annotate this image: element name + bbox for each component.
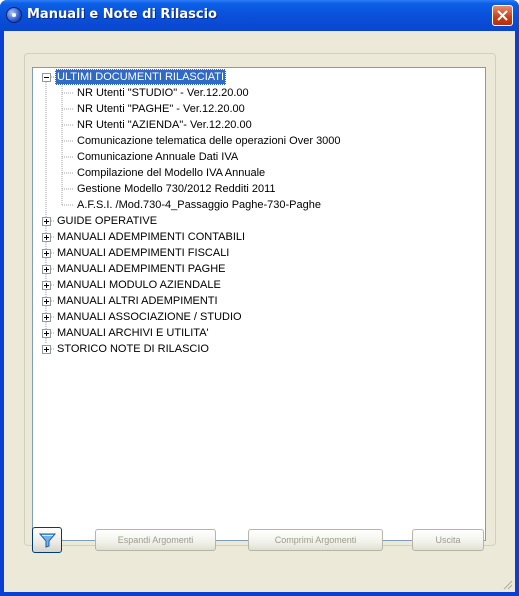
- window-title: Manuali e Note di Rilascio: [27, 7, 217, 22]
- expand-node-icon[interactable]: [42, 281, 51, 290]
- tree-node-label: STORICO NOTE DI RILASCIO: [57, 343, 209, 355]
- exit-button[interactable]: Uscita: [412, 529, 484, 551]
- tree-node-label: Gestione Modello 730/2012 Redditi 2011: [77, 183, 276, 195]
- filter-button[interactable]: [32, 527, 62, 553]
- expand-node-icon[interactable]: [42, 345, 51, 354]
- tree-node-root[interactable]: GUIDE OPERATIVE: [55, 213, 159, 229]
- expand-topics-button[interactable]: Espandi Argomenti: [95, 529, 216, 551]
- tree-node-label: NR Utenti "STUDIO" - Ver.12.20.00: [77, 87, 249, 99]
- tree-node-root[interactable]: MANUALI ADEMPIMENTI CONTABILI: [55, 229, 247, 245]
- close-icon: [497, 10, 508, 21]
- tree-node-root[interactable]: MANUALI ARCHIVI E UTILITA': [55, 325, 211, 341]
- tree-node-root[interactable]: MANUALI ADEMPIMENTI PAGHE: [55, 261, 228, 277]
- tree-node-document[interactable]: Compilazione del Modello IVA Annuale: [75, 165, 267, 181]
- tree-node-label: MANUALI ALTRI ADEMPIMENTI: [57, 295, 218, 307]
- tree-node-document[interactable]: A.F.S.I. /Mod.730-4_Passaggio Paghe-730-…: [75, 197, 323, 213]
- funnel-icon: [39, 533, 56, 548]
- tree-node-root[interactable]: MANUALI ASSOCIAZIONE / STUDIO: [55, 309, 244, 325]
- expand-node-icon[interactable]: [42, 265, 51, 274]
- tree-node-label: NR Utenti "AZIENDA"- Ver.12.20.00: [77, 119, 252, 131]
- documents-tree[interactable]: ULTIMI DOCUMENTI RILASCIATI NR Utenti "ST…: [32, 67, 486, 541]
- expand-node-icon[interactable]: [42, 249, 51, 258]
- tree-node-label: ULTIMI DOCUMENTI RILASCIATI: [55, 69, 227, 85]
- tree-node-root[interactable]: STORICO NOTE DI RILASCIO: [55, 341, 211, 357]
- expand-node-icon[interactable]: [42, 217, 51, 226]
- tree-node-document[interactable]: Comunicazione Annuale Dati IVA: [75, 149, 240, 165]
- tree-node-root[interactable]: ULTIMI DOCUMENTI RILASCIATI: [55, 69, 227, 85]
- expand-node-icon[interactable]: [42, 233, 51, 242]
- title-bar[interactable]: Manuali e Note di Rilascio: [0, 0, 519, 31]
- tree-node-label: MANUALI ASSOCIAZIONE / STUDIO: [57, 311, 242, 323]
- resize-grip-icon[interactable]: [501, 578, 513, 590]
- tree-node-root[interactable]: MANUALI ADEMPIMENTI FISCALI: [55, 245, 231, 261]
- expand-node-icon[interactable]: [42, 313, 51, 322]
- tree-node-document[interactable]: NR Utenti "PAGHE" - Ver.12.20.00: [75, 101, 247, 117]
- tree-node-root[interactable]: MANUALI ALTRI ADEMPIMENTI: [55, 293, 220, 309]
- tree-node-label: Compilazione del Modello IVA Annuale: [77, 167, 266, 179]
- tree-node-document[interactable]: NR Utenti "AZIENDA"- Ver.12.20.00: [75, 117, 254, 133]
- tree-node-document[interactable]: Gestione Modello 730/2012 Redditi 2011: [75, 181, 278, 197]
- window: Manuali e Note di Rilascio ULTIMI DOCUME…: [0, 0, 519, 596]
- collapse-node-icon[interactable]: [42, 73, 51, 82]
- tree-node-label: Comunicazione telematica delle operazion…: [77, 135, 341, 147]
- expand-node-icon[interactable]: [42, 329, 51, 338]
- app-globe-icon[interactable]: [6, 7, 22, 23]
- expand-node-icon[interactable]: [42, 297, 51, 306]
- tree-node-root[interactable]: MANUALI MODULO AZIENDALE: [55, 277, 223, 293]
- tree-node-label: NR Utenti "PAGHE" - Ver.12.20.00: [77, 103, 245, 115]
- tree-node-document[interactable]: NR Utenti "STUDIO" - Ver.12.20.00: [75, 85, 251, 101]
- tree-node-label: MANUALI ADEMPIMENTI FISCALI: [57, 247, 230, 259]
- tree-node-label: Comunicazione Annuale Dati IVA: [77, 151, 239, 163]
- close-button[interactable]: [492, 5, 513, 26]
- collapse-topics-button[interactable]: Comprimi Argomenti: [248, 529, 383, 551]
- tree-node-label: MANUALI ADEMPIMENTI PAGHE: [57, 263, 226, 275]
- tree-node-document[interactable]: Comunicazione telematica delle operazion…: [75, 133, 343, 149]
- tree-node-label: A.F.S.I. /Mod.730-4_Passaggio Paghe-730-…: [77, 199, 321, 211]
- tree-node-label: MANUALI ADEMPIMENTI CONTABILI: [57, 231, 246, 243]
- tree-node-label: MANUALI ARCHIVI E UTILITA': [57, 327, 209, 339]
- tree-node-label: MANUALI MODULO AZIENDALE: [57, 279, 221, 291]
- dialog-body: ULTIMI DOCUMENTI RILASCIATI NR Utenti "ST…: [4, 31, 515, 592]
- tree-node-label: GUIDE OPERATIVE: [57, 215, 158, 227]
